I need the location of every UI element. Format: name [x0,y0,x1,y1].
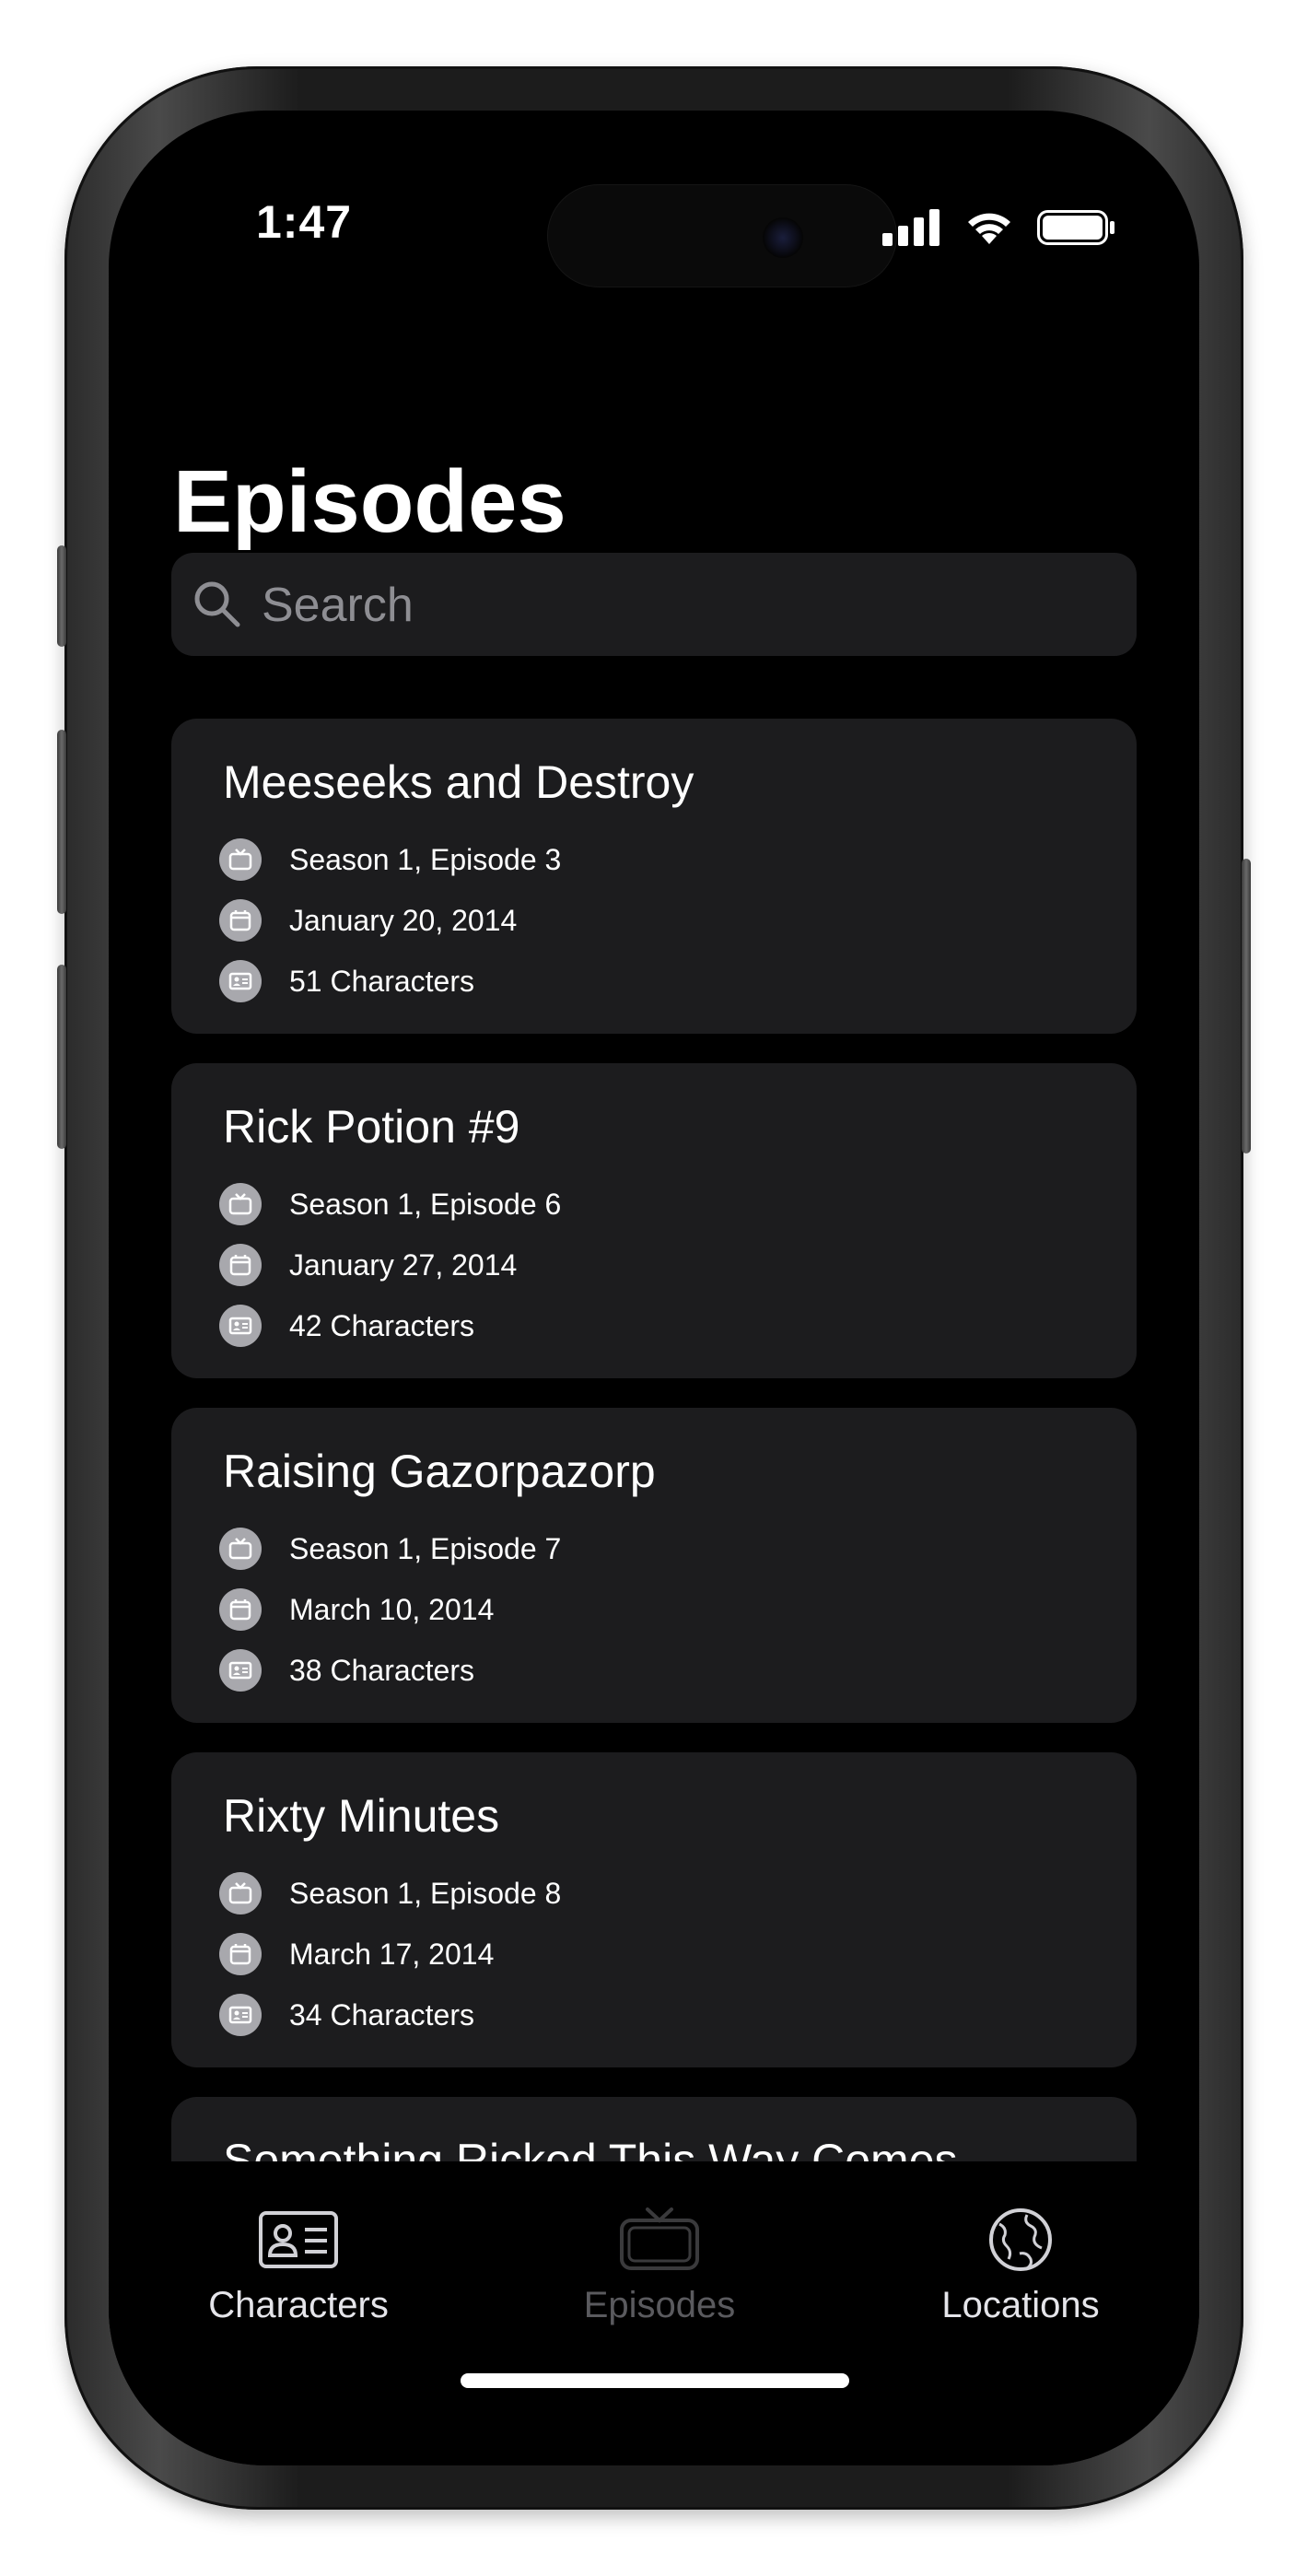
characters-row: 38 Characters [219,1649,474,1692]
episode-number: Season 1, Episode 8 [289,1876,562,1910]
episode-number: Season 1, Episode 6 [289,1187,562,1221]
camera-icon [763,217,803,258]
characters-row: 34 Characters [219,1994,474,2036]
calendar-icon [219,899,262,942]
person-card-icon [219,1649,262,1692]
episode-card[interactable]: Raising Gazorpazorp Season 1, Episode 7 … [171,1408,1137,1723]
tab-locations[interactable]: Locations [882,2207,1159,2326]
battery-icon [1037,210,1114,245]
screen: 1:47 Episodes Search Meeseeks and Destro… [109,111,1199,2465]
tv-icon [219,1528,262,1570]
episode-list[interactable]: Meeseeks and Destroy Season 1, Episode 3… [171,719,1137,2161]
tab-episodes[interactable]: Episodes [521,2207,798,2326]
tv-icon [219,1183,262,1225]
person-card-icon [259,2211,338,2268]
character-count: 51 Characters [289,964,474,998]
dynamic-island [547,184,897,287]
action-button [57,545,66,647]
tab-characters[interactable]: Characters [160,2207,437,2326]
episode-number: Season 1, Episode 7 [289,1531,562,1565]
tv-icon [219,838,262,881]
search-input[interactable] [260,553,1092,658]
characters-row: 42 Characters [219,1305,474,1347]
search-icon [194,581,240,627]
episode-number-row: Season 1, Episode 6 [219,1183,561,1225]
tab-label: Episodes [583,2285,736,2325]
tab-label: Characters [208,2285,389,2325]
wifi-icon [968,213,1010,244]
episode-number-row: Season 1, Episode 7 [219,1528,561,1570]
character-count: 34 Characters [289,1997,474,2032]
calendar-icon [219,1588,262,1631]
episode-title: Rick Potion #9 [223,1101,520,1153]
episode-number-row: Season 1, Episode 3 [219,838,561,881]
episode-title: Something Ricked This Way Comes [223,2135,958,2161]
episode-number-row: Season 1, Episode 8 [219,1872,561,1914]
air-date-row: March 10, 2014 [219,1588,494,1631]
character-count: 42 Characters [289,1308,474,1342]
cellular-signal-icon [882,209,939,246]
episode-card[interactable]: Something Ricked This Way Comes [171,2097,1137,2161]
characters-row: 51 Characters [219,960,474,1002]
air-date-row: March 17, 2014 [219,1933,494,1975]
air-date: January 20, 2014 [289,903,518,937]
episode-card[interactable]: Rick Potion #9 Season 1, Episode 6 Janua… [171,1063,1137,1378]
air-date-row: January 27, 2014 [219,1244,517,1286]
home-indicator[interactable] [461,2373,849,2388]
person-card-icon [219,960,262,1002]
air-date-row: January 20, 2014 [219,899,517,942]
episode-title: Raising Gazorpazorp [223,1446,656,1497]
page-title: Episodes [173,452,566,551]
status-icons [882,208,1116,247]
volume-down-button [57,965,66,1149]
person-card-icon [219,1994,262,2036]
power-button [1242,859,1251,1153]
episode-card[interactable]: Meeseeks and Destroy Season 1, Episode 3… [171,719,1137,1034]
volume-up-button [57,730,66,914]
calendar-icon [219,1933,262,1975]
air-date: March 10, 2014 [289,1592,495,1626]
tab-bar: Characters Episodes Locations [109,2161,1199,2465]
episode-title: Meeseeks and Destroy [223,756,694,808]
episode-title: Rixty Minutes [223,1790,500,1842]
search-bar[interactable] [171,553,1137,658]
tab-label: Locations [941,2285,1100,2325]
status-time: 1:47 [256,196,353,248]
phone-frame: 1:47 Episodes Search Meeseeks and Destro… [57,66,1251,2510]
calendar-icon [219,1244,262,1286]
air-date: January 27, 2014 [289,1247,518,1282]
character-count: 38 Characters [289,1653,474,1687]
person-card-icon [219,1305,262,1347]
episode-card[interactable]: Rixty Minutes Season 1, Episode 8 March … [171,1752,1137,2067]
air-date: March 17, 2014 [289,1937,495,1971]
tv-icon [620,2207,699,2270]
tv-icon [219,1872,262,1914]
episode-number: Season 1, Episode 3 [289,842,562,876]
globe-icon [989,2208,1052,2271]
